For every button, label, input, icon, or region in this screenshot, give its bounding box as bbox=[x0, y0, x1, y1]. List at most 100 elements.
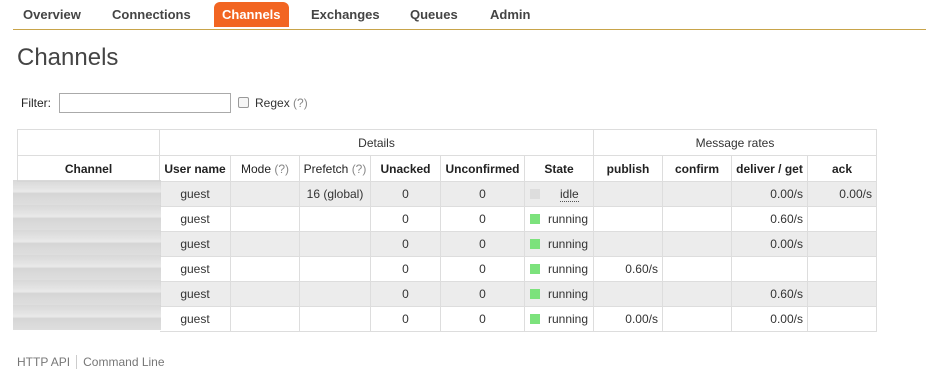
cell-user: guest bbox=[159, 281, 231, 307]
cell-state: running bbox=[524, 306, 594, 332]
cell-state: running bbox=[524, 206, 594, 232]
cell-unconfirmed: 0 bbox=[440, 231, 525, 257]
cell-unacked: 0 bbox=[370, 281, 441, 307]
nav-admin[interactable]: Admin bbox=[482, 2, 538, 27]
col-channel[interactable]: Channel bbox=[17, 155, 160, 182]
cell-unconfirmed: 0 bbox=[440, 256, 525, 282]
col-unacked[interactable]: Unacked bbox=[370, 155, 441, 182]
cell-state: running bbox=[524, 281, 594, 307]
cell-unconfirmed: 0 bbox=[440, 306, 525, 332]
cell-publish bbox=[593, 181, 663, 207]
state-text: running bbox=[548, 212, 589, 226]
col-mode[interactable]: Mode (?) bbox=[230, 155, 300, 182]
nav-exchanges[interactable]: Exchanges bbox=[303, 2, 388, 27]
col-publish[interactable]: publish bbox=[593, 155, 663, 182]
col-state[interactable]: State bbox=[524, 155, 594, 182]
cell-ack: 0.00/s bbox=[807, 181, 877, 207]
nav-queues[interactable]: Queues bbox=[402, 2, 466, 27]
cell-unconfirmed: 0 bbox=[440, 181, 525, 207]
cell-state: running bbox=[524, 256, 594, 282]
cell-deliver-get: 0.60/s bbox=[731, 206, 808, 232]
footer-http-api-link[interactable]: HTTP API bbox=[17, 355, 70, 369]
col-deliver-get[interactable]: deliver / get bbox=[731, 155, 808, 182]
col-unconfirmed[interactable]: Unconfirmed bbox=[440, 155, 525, 182]
cell-unacked: 0 bbox=[370, 206, 441, 232]
cell-ack bbox=[807, 256, 877, 282]
cell-deliver-get bbox=[731, 256, 808, 282]
cell-ack bbox=[807, 281, 877, 307]
cell-prefetch bbox=[299, 231, 371, 257]
cell-mode bbox=[230, 181, 300, 207]
state-indicator-icon bbox=[530, 289, 540, 299]
cell-mode bbox=[230, 206, 300, 232]
cell-deliver-get: 0.00/s bbox=[731, 181, 808, 207]
page-title: Channels bbox=[17, 44, 119, 71]
cell-state: idle bbox=[524, 181, 594, 207]
cell-ack bbox=[807, 306, 877, 332]
cell-user: guest bbox=[159, 206, 231, 232]
redacted-channel-names bbox=[13, 180, 161, 330]
cell-confirm bbox=[662, 306, 732, 332]
state-text: idle bbox=[560, 187, 579, 202]
state-text: running bbox=[548, 312, 589, 326]
cell-publish bbox=[593, 281, 663, 307]
footer-separator bbox=[76, 355, 78, 369]
cell-prefetch bbox=[299, 306, 371, 332]
cell-publish bbox=[593, 206, 663, 232]
state-text: running bbox=[548, 262, 589, 276]
cell-user: guest bbox=[159, 181, 231, 207]
cell-ack bbox=[807, 231, 877, 257]
state-text: running bbox=[548, 287, 589, 301]
cell-ack bbox=[807, 206, 877, 232]
state-indicator-icon bbox=[530, 189, 540, 199]
cell-publish: 0.00/s bbox=[593, 306, 663, 332]
cell-confirm bbox=[662, 281, 732, 307]
group-header-details: Details bbox=[159, 129, 594, 156]
prefetch-help-link[interactable]: (?) bbox=[352, 162, 367, 176]
cell-publish: 0.60/s bbox=[593, 256, 663, 282]
col-user-name[interactable]: User name bbox=[159, 155, 231, 182]
cell-mode bbox=[230, 231, 300, 257]
group-header-message-rates: Message rates bbox=[593, 129, 877, 156]
cell-confirm bbox=[662, 256, 732, 282]
cell-confirm bbox=[662, 181, 732, 207]
col-confirm[interactable]: confirm bbox=[662, 155, 732, 182]
nav-overview[interactable]: Overview bbox=[15, 2, 89, 27]
mode-help-link[interactable]: (?) bbox=[274, 162, 289, 176]
cell-user: guest bbox=[159, 231, 231, 257]
state-indicator-icon bbox=[530, 239, 540, 249]
cell-confirm bbox=[662, 231, 732, 257]
regex-checkbox[interactable] bbox=[238, 97, 249, 108]
regex-text: Regex bbox=[255, 96, 290, 110]
col-mode-label: Mode bbox=[240, 161, 271, 176]
cell-prefetch: 16 (global) bbox=[299, 181, 371, 207]
cell-deliver-get: 0.60/s bbox=[731, 281, 808, 307]
top-nav: Overview Connections Channels Exchanges … bbox=[13, 0, 926, 30]
cell-prefetch bbox=[299, 206, 371, 232]
group-header-blank bbox=[17, 129, 160, 156]
cell-unacked: 0 bbox=[370, 256, 441, 282]
state-indicator-icon bbox=[530, 214, 540, 224]
footer-command-line-link[interactable]: Command Line bbox=[83, 355, 164, 369]
col-prefetch[interactable]: Prefetch (?) bbox=[299, 155, 371, 182]
cell-mode bbox=[230, 256, 300, 282]
cell-unacked: 0 bbox=[370, 231, 441, 257]
state-text: running bbox=[548, 237, 589, 251]
cell-unacked: 0 bbox=[370, 181, 441, 207]
state-indicator-icon bbox=[530, 264, 540, 274]
cell-user: guest bbox=[159, 306, 231, 332]
col-ack[interactable]: ack bbox=[807, 155, 877, 182]
regex-help-link[interactable]: (?) bbox=[293, 96, 308, 110]
filter-label: Filter: bbox=[21, 96, 51, 110]
filter-input[interactable] bbox=[59, 93, 231, 113]
nav-connections[interactable]: Connections bbox=[104, 2, 199, 27]
cell-confirm bbox=[662, 206, 732, 232]
cell-deliver-get: 0.00/s bbox=[731, 306, 808, 332]
cell-unacked: 0 bbox=[370, 306, 441, 332]
cell-user: guest bbox=[159, 256, 231, 282]
nav-channels[interactable]: Channels bbox=[214, 2, 289, 27]
cell-deliver-get: 0.00/s bbox=[731, 231, 808, 257]
regex-label: Regex (?) bbox=[255, 96, 308, 110]
state-indicator-icon bbox=[530, 314, 540, 324]
cell-prefetch bbox=[299, 256, 371, 282]
